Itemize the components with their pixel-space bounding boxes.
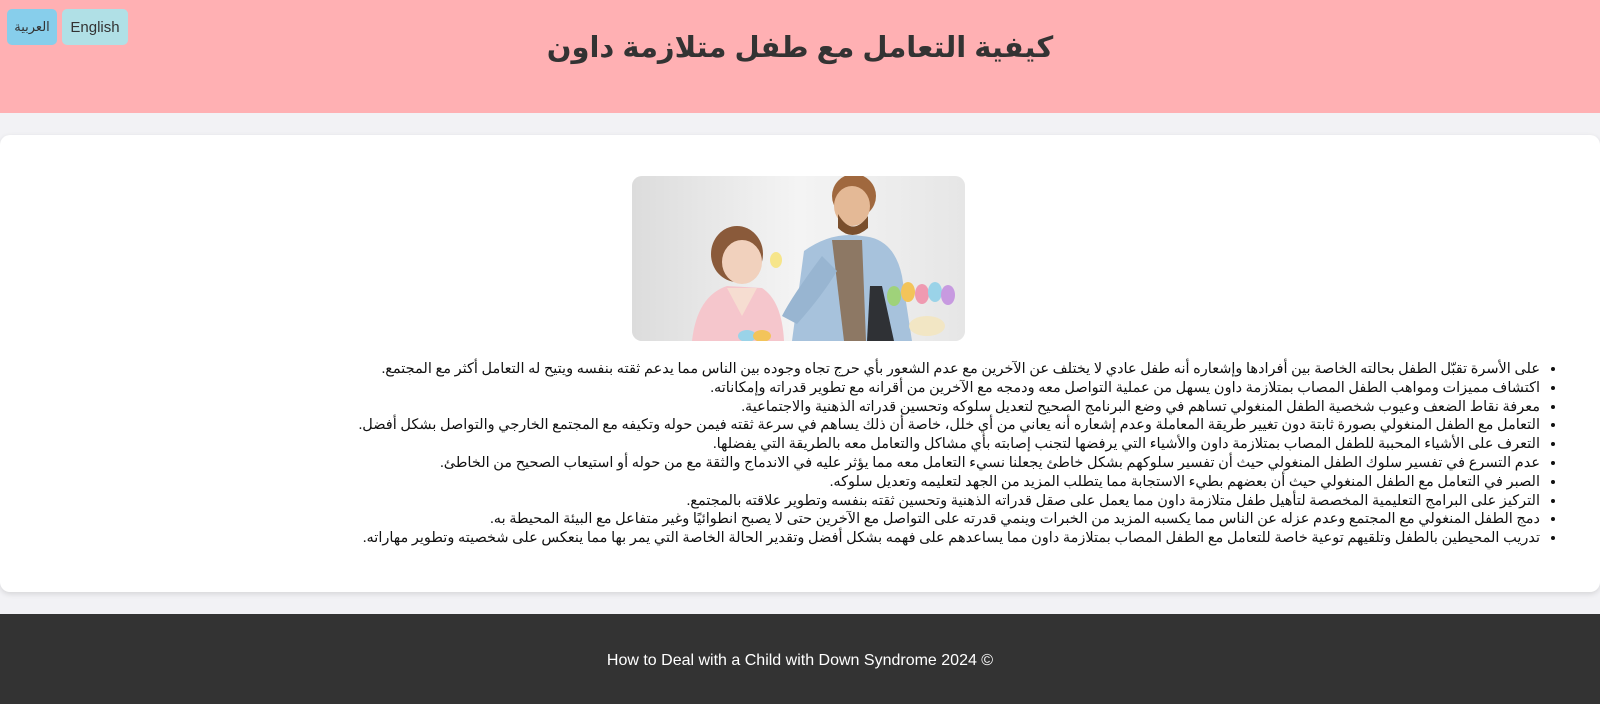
- list-item: معرفة نقاط الضعف وعيوب شخصية الطفل المنغ…: [359, 398, 1540, 417]
- list-item: اكتشاف مميزات ومواهب الطفل المصاب بمتلاز…: [359, 379, 1540, 398]
- list-item: التعرف على الأشياء المحببة للطفل المصاب …: [359, 435, 1540, 454]
- list-item: الصبر في التعامل مع الطفل المنغولي حيث أ…: [359, 473, 1540, 492]
- site-header: العربية English كيفية التعامل مع طفل متل…: [0, 0, 1600, 113]
- hero-image: [632, 176, 965, 341]
- footer-copyright: How to Deal with a Child with Down Syndr…: [606, 652, 994, 669]
- site-footer: How to Deal with a Child with Down Syndr…: [0, 614, 1600, 704]
- list-item: التعامل مع الطفل المنغولي بصورة ثابتة دو…: [359, 416, 1540, 435]
- list-item: تدريب المحيطين بالطفل وتلقيهم توعية خاصة…: [359, 529, 1540, 548]
- tips-list: على الأسرة تقبّل الطفل بحالته الخاصة بين…: [359, 360, 1560, 548]
- list-item: دمج الطفل المنغولي مع المجتمع وعدم عزله …: [359, 510, 1540, 529]
- list-item: التركيز على البرامج التعليمية المخصصة لت…: [359, 492, 1540, 511]
- hero-photo-illustration: [632, 176, 965, 341]
- list-item: عدم التسرع في تفسير سلوك الطفل المنغولي …: [359, 454, 1540, 473]
- list-item: على الأسرة تقبّل الطفل بحالته الخاصة بين…: [359, 360, 1540, 379]
- content-card: على الأسرة تقبّل الطفل بحالته الخاصة بين…: [0, 135, 1600, 592]
- page-title: كيفية التعامل مع طفل متلازمة داون: [546, 32, 1054, 64]
